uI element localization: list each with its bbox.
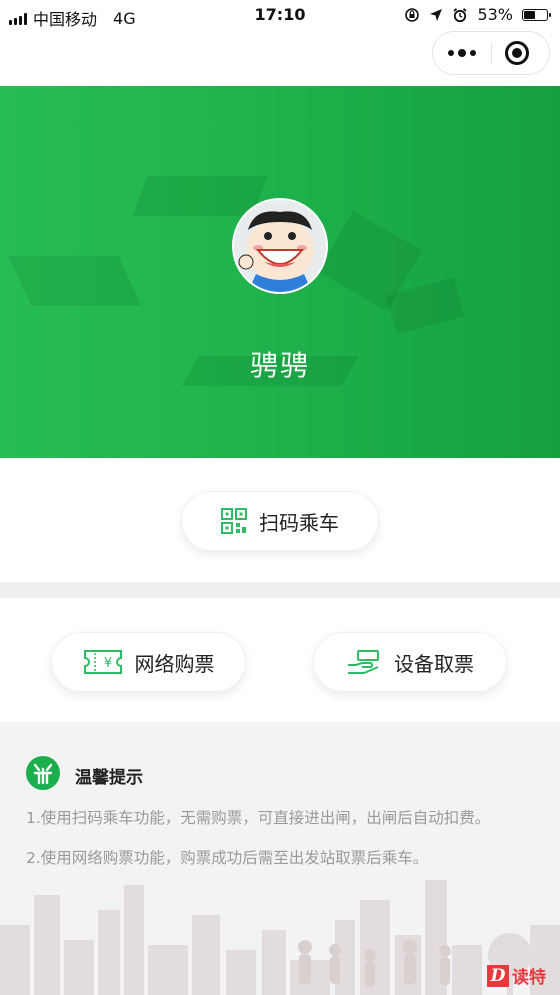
- capsule-divider: [491, 44, 492, 64]
- rotation-lock-icon: [405, 7, 420, 22]
- section-divider: [0, 582, 560, 598]
- ticket-hand-icon: [348, 650, 379, 674]
- more-dot-icon: [458, 49, 466, 57]
- tip-item-2: 2.使用网络购票功能，购票成功后需至出发站取票后乘车。: [26, 849, 429, 867]
- city-skyline-illustration: [0, 880, 560, 995]
- device-pickup-label: 设备取票: [394, 651, 474, 676]
- miniprogram-capsule: [432, 31, 550, 75]
- svg-text:¥: ¥: [103, 656, 111, 671]
- ticket-section: ¥ 网络购票 设备取票: [0, 598, 560, 722]
- user-avatar[interactable]: [232, 198, 328, 294]
- tips-title: 温馨提示: [75, 768, 143, 788]
- watermark-badge: D 读特: [487, 963, 546, 988]
- scan-ride-label: 扫码乘车: [259, 510, 339, 535]
- status-right: 53%: [404, 5, 551, 24]
- scan-section: 扫码乘车: [0, 458, 560, 582]
- alarm-icon: [453, 7, 468, 22]
- scan-ride-button[interactable]: 扫码乘车: [181, 491, 379, 551]
- status-bar: 中国移动 4G 17:10 53%: [0, 0, 560, 30]
- tips-section: 温馨提示 1.使用扫码乘车功能，无需购票，可直接进出闸，出闸后自动扣费。 2.使…: [0, 722, 560, 995]
- battery-percent: 53%: [477, 5, 513, 24]
- battery-icon: [522, 8, 551, 21]
- watermark-text: 读特: [512, 968, 546, 988]
- profile-banner: 骋骋: [0, 86, 560, 458]
- metro-logo-icon: [26, 756, 60, 790]
- tip-item-1: 1.使用扫码乘车功能，无需购票，可直接进出闸，出闸后自动扣费。: [26, 809, 491, 827]
- qr-code-icon: [221, 508, 247, 534]
- more-button[interactable]: [433, 32, 491, 74]
- more-dot-icon: [448, 50, 454, 56]
- watermark-logo: D: [487, 964, 509, 987]
- online-ticket-button[interactable]: ¥ 网络购票: [51, 632, 246, 692]
- cartoon-avatar-icon: [234, 200, 326, 292]
- device-pickup-button[interactable]: 设备取票: [313, 632, 507, 692]
- user-nickname: 骋骋: [249, 349, 310, 382]
- banner-decoration: [8, 256, 142, 306]
- close-target-button[interactable]: [505, 41, 529, 65]
- location-arrow-icon: [430, 8, 443, 21]
- more-dot-icon: [470, 50, 476, 56]
- online-ticket-label: 网络购票: [134, 651, 215, 676]
- ticket-yuan-icon: ¥: [83, 650, 122, 674]
